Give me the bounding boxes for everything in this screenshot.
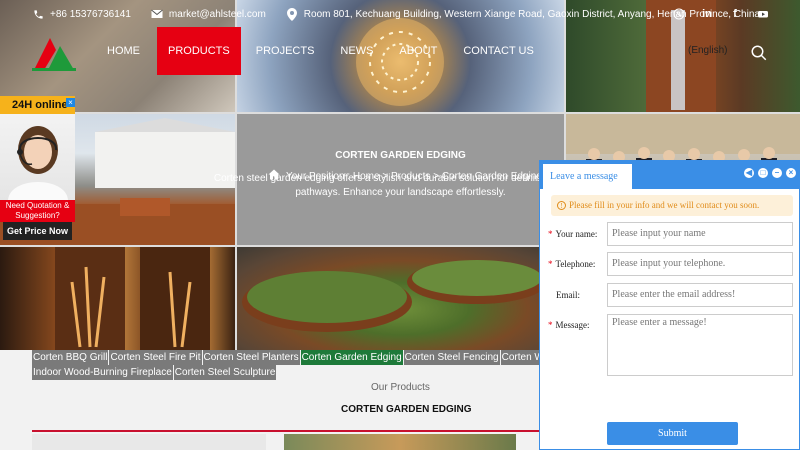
product-thumbnail[interactable] <box>32 434 266 450</box>
panel-controls: ◀ □ – × <box>744 168 796 178</box>
nav-about[interactable]: ABOUT <box>388 27 448 75</box>
location-pin-icon <box>286 7 299 21</box>
language-selector[interactable]: (English) <box>688 45 727 56</box>
nav-contact[interactable]: CONTACT US <box>452 27 545 75</box>
close-icon[interactable]: × <box>786 168 796 178</box>
section-divider <box>32 430 540 432</box>
products-subtitle: Our Products <box>371 382 430 393</box>
email-contact[interactable]: market@ahlsteel.com <box>151 8 266 21</box>
category-row-1: Corten BBQ Grill Corten Steel Fire Pit C… <box>32 350 582 365</box>
quotation-prompt-line2: Suggestion? <box>15 211 60 220</box>
get-price-button[interactable]: Get Price Now <box>3 222 72 240</box>
phone-icon <box>32 8 45 21</box>
nav-news[interactable]: NEWS <box>329 27 384 75</box>
phone-number: +86 15376736141 <box>50 8 131 20</box>
quotation-prompt-line1: Need Quotation & <box>5 201 70 210</box>
main-nav: HOME PRODUCTS PROJECTS NEWS ABOUT CONTAC… <box>96 27 545 75</box>
linkedin-icon[interactable]: in <box>700 7 714 21</box>
banner-description-line2: pathways. Enhance your landscape effortl… <box>295 187 506 198</box>
telephone-label: * Telephone: <box>548 259 596 269</box>
close-icon[interactable]: × <box>66 98 75 107</box>
category-tab[interactable]: Corten BBQ Grill <box>32 350 109 365</box>
product-thumbnail[interactable] <box>284 434 516 450</box>
message-field[interactable]: Please enter a message! <box>607 314 793 376</box>
youtube-icon[interactable] <box>756 7 770 21</box>
category-tabs: Corten BBQ Grill Corten Steel Fire Pit C… <box>32 350 582 380</box>
category-row-2: Indoor Wood-Burning Fireplace Corten Ste… <box>32 365 552 380</box>
minimize-icon[interactable]: – <box>772 168 782 178</box>
name-label: * Your name: <box>548 229 598 239</box>
email-field[interactable]: Please enter the email address! <box>607 283 793 307</box>
whatsapp-icon[interactable] <box>672 7 686 21</box>
email-label: Email: <box>556 290 580 300</box>
nav-home[interactable]: HOME <box>96 27 151 75</box>
category-tab-active[interactable]: Corten Garden Edging <box>300 350 403 365</box>
leave-message-tab[interactable]: Leave a message <box>543 164 632 189</box>
collage-image-screens <box>0 247 235 350</box>
info-icon: ! <box>557 201 566 210</box>
message-panel-header: Leave a message ◀ □ – × <box>540 161 799 189</box>
category-tab[interactable]: Corten Steel Planters <box>202 350 300 365</box>
support-agent-avatar[interactable] <box>0 114 75 200</box>
collage-image-planters <box>237 247 564 350</box>
form-notice-text: Please fill in your info and we will con… <box>569 200 760 210</box>
phone-contact[interactable]: +86 15376736141 <box>32 8 131 21</box>
form-notice: ! Please fill in your info and we will co… <box>551 195 793 216</box>
breadcrumb-path[interactable]: Your Position : Home > Products > Corten… <box>286 171 542 182</box>
quotation-prompt[interactable]: Need Quotation & Suggestion? <box>0 200 75 222</box>
email-address: market@ahlsteel.com <box>168 8 266 20</box>
social-links: in f <box>672 7 770 21</box>
back-icon[interactable]: ◀ <box>744 168 754 178</box>
maximize-icon[interactable]: □ <box>758 168 768 178</box>
category-tab[interactable]: Corten Steel Fencing <box>403 350 500 365</box>
products-title: CORTEN GARDEN EDGING <box>341 404 472 415</box>
leave-message-panel: Leave a message ◀ □ – × ! Please fill in … <box>539 160 800 450</box>
nav-products[interactable]: PRODUCTS <box>157 27 241 75</box>
banner-title: CORTEN GARDEN EDGING <box>335 150 466 161</box>
online-badge[interactable]: 24H online <box>0 96 75 114</box>
mail-icon <box>151 8 164 21</box>
name-field[interactable]: Please input your name <box>607 222 793 246</box>
message-label: * Message: <box>548 320 590 330</box>
category-tab[interactable]: Corten Steel Sculpture <box>173 365 277 380</box>
category-tab[interactable]: Indoor Wood-Burning Fireplace <box>32 365 173 380</box>
telephone-field[interactable]: Please input your telephone. <box>607 252 793 276</box>
site-logo[interactable] <box>30 34 78 74</box>
nav-projects[interactable]: PROJECTS <box>245 27 326 75</box>
search-icon[interactable] <box>750 44 768 62</box>
category-tab[interactable]: Corten Steel Fire Pit <box>109 350 202 365</box>
submit-button[interactable]: Submit <box>607 422 738 445</box>
home-icon[interactable] <box>268 169 280 183</box>
facebook-icon[interactable]: f <box>728 7 742 21</box>
breadcrumb: Your Position : Home > Products > Corten… <box>268 169 542 183</box>
